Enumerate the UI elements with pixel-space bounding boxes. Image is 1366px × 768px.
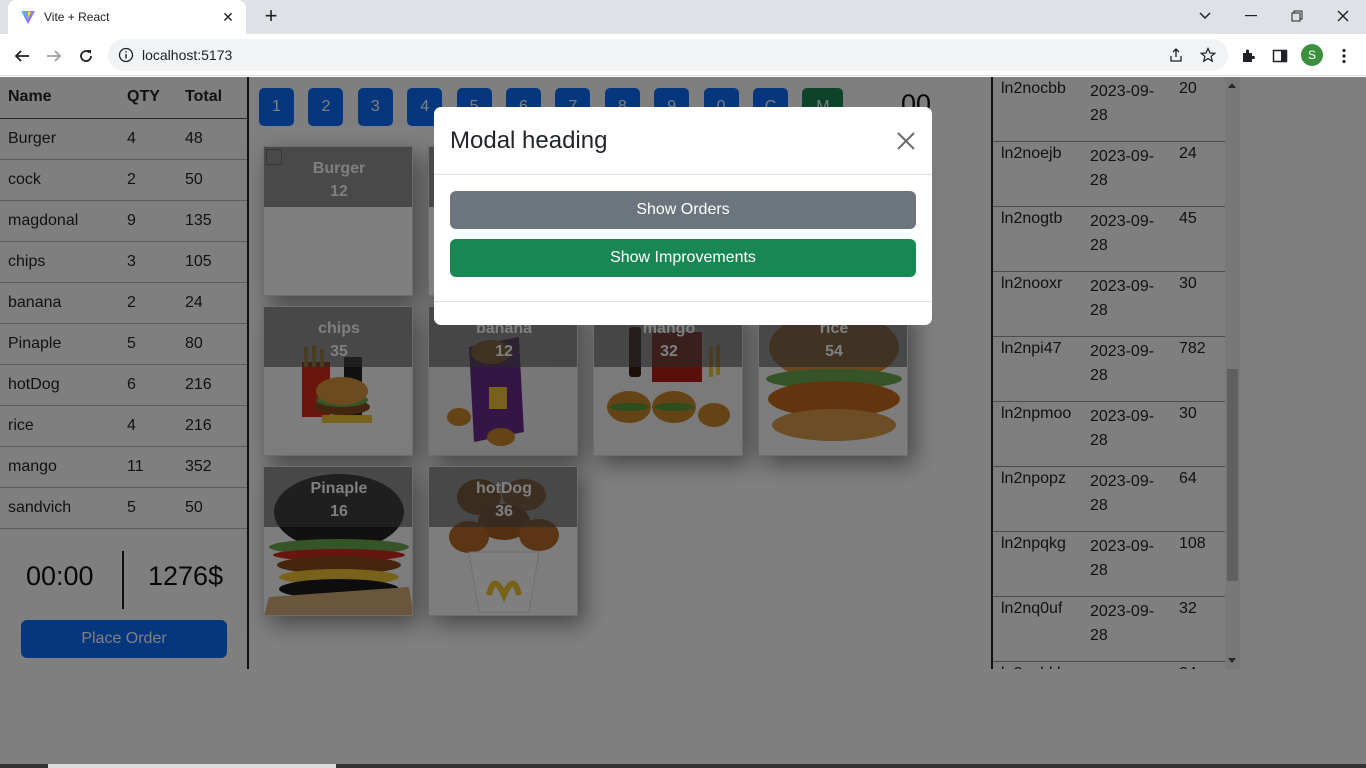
- back-arrow-icon[interactable]: [8, 42, 36, 70]
- close-window-icon[interactable]: [1320, 0, 1366, 32]
- restore-icon[interactable]: [1274, 0, 1320, 32]
- extensions-icon[interactable]: [1238, 46, 1258, 66]
- tab-close-icon[interactable]: ✕: [220, 9, 236, 26]
- modal-dialog: Modal heading Show Orders Show Improveme…: [434, 107, 932, 325]
- show-improvements-button[interactable]: Show Improvements: [450, 239, 916, 277]
- modal-title: Modal heading: [450, 127, 608, 154]
- show-orders-button[interactable]: Show Orders: [450, 191, 916, 229]
- app-root: Name QTY Total Burger448cock250magdonal9…: [0, 77, 1366, 768]
- reload-icon[interactable]: [72, 42, 100, 70]
- side-panel-icon[interactable]: [1270, 46, 1290, 66]
- minimize-icon[interactable]: [1228, 0, 1274, 32]
- browser-tab-strip: Vite + React ✕ +: [0, 0, 1366, 34]
- tab-title: Vite + React: [44, 10, 110, 24]
- modal-header: Modal heading: [434, 107, 932, 175]
- bookmark-star-icon[interactable]: [1200, 47, 1216, 63]
- taskbar-segment: [48, 764, 336, 768]
- menu-kebab-icon[interactable]: [1334, 46, 1354, 66]
- modal-footer: [434, 301, 932, 325]
- browser-toolbar: localhost:5173 S: [0, 34, 1366, 76]
- url-text: localhost:5173: [142, 47, 233, 63]
- share-icon[interactable]: [1168, 47, 1184, 63]
- tab-search-icon[interactable]: [1182, 0, 1228, 32]
- site-info-icon[interactable]: [118, 47, 134, 63]
- new-tab-icon[interactable]: +: [258, 4, 284, 30]
- forward-arrow-icon[interactable]: [40, 42, 68, 70]
- browser-tab[interactable]: Vite + React ✕: [8, 0, 246, 34]
- taskbar-strip: [0, 764, 1366, 768]
- profile-avatar[interactable]: S: [1301, 44, 1323, 66]
- close-icon[interactable]: [896, 131, 916, 151]
- vite-logo-icon: [21, 11, 35, 24]
- address-bar[interactable]: localhost:5173: [108, 39, 1228, 71]
